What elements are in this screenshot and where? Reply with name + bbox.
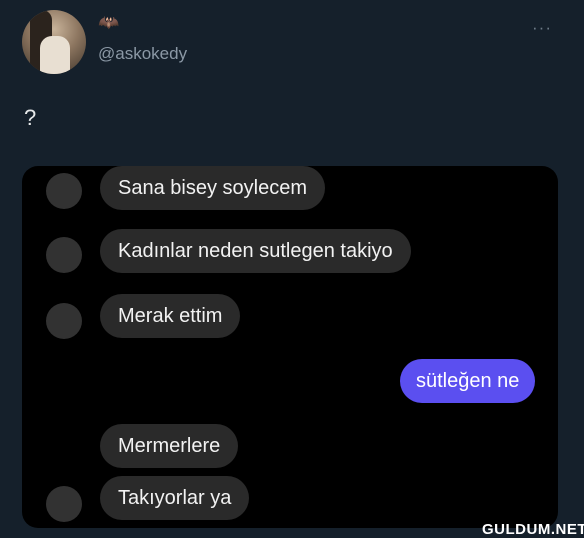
- chat-message: Mermerlere: [100, 424, 239, 468]
- sender-avatar: [46, 237, 82, 273]
- chat-message: Merak ettim: [100, 294, 241, 338]
- profile-avatar[interactable]: [22, 10, 86, 74]
- chat-message: Sana bisey soylecem: [100, 166, 325, 210]
- tweet-media-chat-screenshot[interactable]: Sana bisey soylecem Kadınlar neden sutle…: [22, 166, 558, 528]
- username-handle[interactable]: @askokedy: [98, 44, 187, 64]
- watermark: GULDUM.NET: [482, 521, 584, 538]
- chat-message-sent: sütleğen ne: [400, 359, 536, 403]
- avatar-torso: [40, 36, 70, 74]
- bat-emoji-icon: 🦇: [98, 13, 120, 32]
- chat-message: Kadınlar neden sutlegen takiyo: [100, 229, 411, 273]
- sender-avatar: [46, 303, 82, 339]
- sender-avatar: [46, 173, 82, 209]
- sender-avatar: [46, 486, 82, 522]
- tweet-text: ?: [24, 105, 37, 130]
- more-options-icon[interactable]: ···: [532, 18, 552, 38]
- chat-message: Takıyorlar ya: [100, 476, 250, 520]
